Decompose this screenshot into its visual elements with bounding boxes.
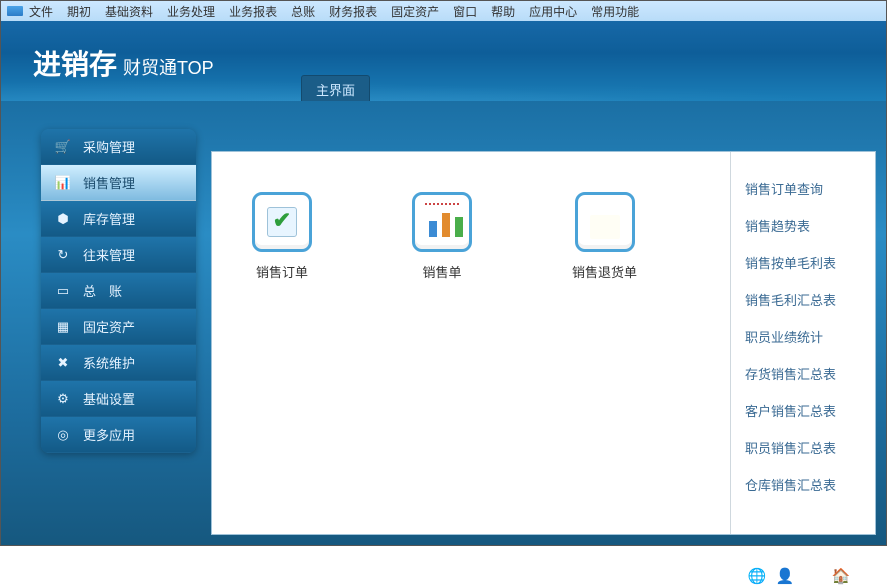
ledger-icon: ▭ (55, 283, 71, 299)
menu-item[interactable]: 总账 (291, 3, 315, 20)
sidebar-item-label: 固定资产 (83, 317, 135, 336)
brand-sub: 财贸通TOP (123, 54, 214, 80)
sidebar-item-settings[interactable]: ⚙ 基础设置 (41, 381, 196, 417)
gear-icon: ⚙ (55, 391, 71, 407)
sales-bill-icon (412, 192, 472, 252)
report-link[interactable]: 销售毛利汇总表 (731, 281, 875, 318)
home-solid-icon: ⬢ (55, 211, 71, 227)
cart-icon: 🛒 (55, 139, 71, 155)
sidebar-item-label: 系统维护 (83, 353, 135, 372)
menu-bar: 文件 期初 基础资料 业务处理 业务报表 总账 财务报表 固定资产 窗口 帮助 … (1, 1, 886, 21)
tools-icon: ✖ (55, 355, 71, 371)
sidebar-item-label: 采购管理 (83, 137, 135, 156)
menu-item[interactable]: 窗口 (453, 3, 477, 20)
target-icon: ◎ (55, 427, 71, 443)
sidebar-item-label: 基础设置 (83, 389, 135, 408)
sidebar-item-more[interactable]: ◎ 更多应用 (41, 417, 196, 453)
module-label: 销售单 (422, 262, 461, 281)
home-icon[interactable]: 🏠 (832, 567, 850, 585)
sidebar-item-sales[interactable]: 📊 销售管理 (41, 165, 196, 201)
menu-item[interactable]: 常用功能 (591, 3, 639, 20)
report-link[interactable]: 客户销售汇总表 (731, 392, 875, 429)
menu-item[interactable]: 文件 (29, 3, 53, 20)
chart-icon: 📊 (55, 175, 71, 191)
module-sales-order[interactable]: 销售订单 (252, 192, 312, 281)
sidebar-item-inventory[interactable]: ⬢ 库存管理 (41, 201, 196, 237)
sidebar-item-system[interactable]: ✖ 系统维护 (41, 345, 196, 381)
module-label: 销售订单 (256, 262, 308, 281)
menu-item[interactable]: 基础资料 (105, 3, 153, 20)
sidebar-item-purchase[interactable]: 🛒 采购管理 (41, 129, 196, 165)
sales-return-icon (575, 192, 635, 252)
sidebar-item-label: 销售管理 (83, 173, 135, 192)
module-sales-return[interactable]: 销售退货单 (572, 192, 637, 281)
report-link[interactable]: 销售订单查询 (731, 170, 875, 207)
header-toolbar: 🌐 👤 🏷 🏠 ▢ (748, 567, 878, 585)
globe-icon[interactable]: 🌐 (748, 567, 766, 585)
menu-item[interactable]: 业务处理 (167, 3, 215, 20)
sidebar-item-label: 更多应用 (83, 425, 135, 444)
module-sales-bill[interactable]: 销售单 (412, 192, 472, 281)
module-label: 销售退货单 (572, 262, 637, 281)
module-area: 销售订单 销售单 销售退货单 (212, 152, 730, 534)
content-panel: 销售订单 销售单 销售退货单 销售订单查询 销售趋势表 销售按单毛利表 销售毛利… (211, 151, 876, 535)
menu-item[interactable]: 业务报表 (229, 3, 277, 20)
report-link[interactable]: 职员销售汇总表 (731, 429, 875, 466)
sidebar-item-label: 往来管理 (83, 245, 135, 264)
report-link[interactable]: 职员业绩统计 (731, 318, 875, 355)
grid-icon: ▦ (55, 319, 71, 335)
report-link[interactable]: 销售趋势表 (731, 207, 875, 244)
sidebar-item-label: 库存管理 (83, 209, 135, 228)
tab-main[interactable]: 主界面 (301, 75, 370, 101)
report-link-panel: 销售订单查询 销售趋势表 销售按单毛利表 销售毛利汇总表 职员业绩统计 存货销售… (730, 152, 875, 534)
new-icon[interactable]: ▢ (860, 567, 878, 585)
user-icon[interactable]: 👤 (776, 567, 794, 585)
report-link[interactable]: 销售按单毛利表 (731, 244, 875, 281)
menu-item[interactable]: 帮助 (491, 3, 515, 20)
sidebar-item-fixed-assets[interactable]: ▦ 固定资产 (41, 309, 196, 345)
menu-item[interactable]: 固定资产 (391, 3, 439, 20)
tag-icon[interactable]: 🏷 (804, 567, 822, 585)
app-header: 进销存 财贸通TOP 主界面 (1, 21, 886, 101)
refresh-icon: ↻ (55, 247, 71, 263)
report-link[interactable]: 存货销售汇总表 (731, 355, 875, 392)
sidebar: 🛒 采购管理 📊 销售管理 ⬢ 库存管理 ↻ 往来管理 ▭ 总 账 ▦ 固定资产… (41, 129, 196, 453)
sidebar-item-label: 总 账 (83, 281, 122, 300)
sidebar-item-current[interactable]: ↻ 往来管理 (41, 237, 196, 273)
menu-item[interactable]: 期初 (67, 3, 91, 20)
brand-main: 进销存 (33, 43, 117, 83)
sales-order-icon (252, 192, 312, 252)
brand-title: 进销存 财贸通TOP (33, 43, 214, 83)
body-area: 🌐 👤 🏷 🏠 ▢ 🛒 采购管理 📊 销售管理 ⬢ 库存管理 ↻ 往来管理 ▭ … (1, 101, 886, 545)
menu-item[interactable]: 财务报表 (329, 3, 377, 20)
menu-item[interactable]: 应用中心 (529, 3, 577, 20)
sidebar-item-ledger[interactable]: ▭ 总 账 (41, 273, 196, 309)
report-link[interactable]: 仓库销售汇总表 (731, 466, 875, 503)
app-sys-icon (7, 6, 23, 16)
